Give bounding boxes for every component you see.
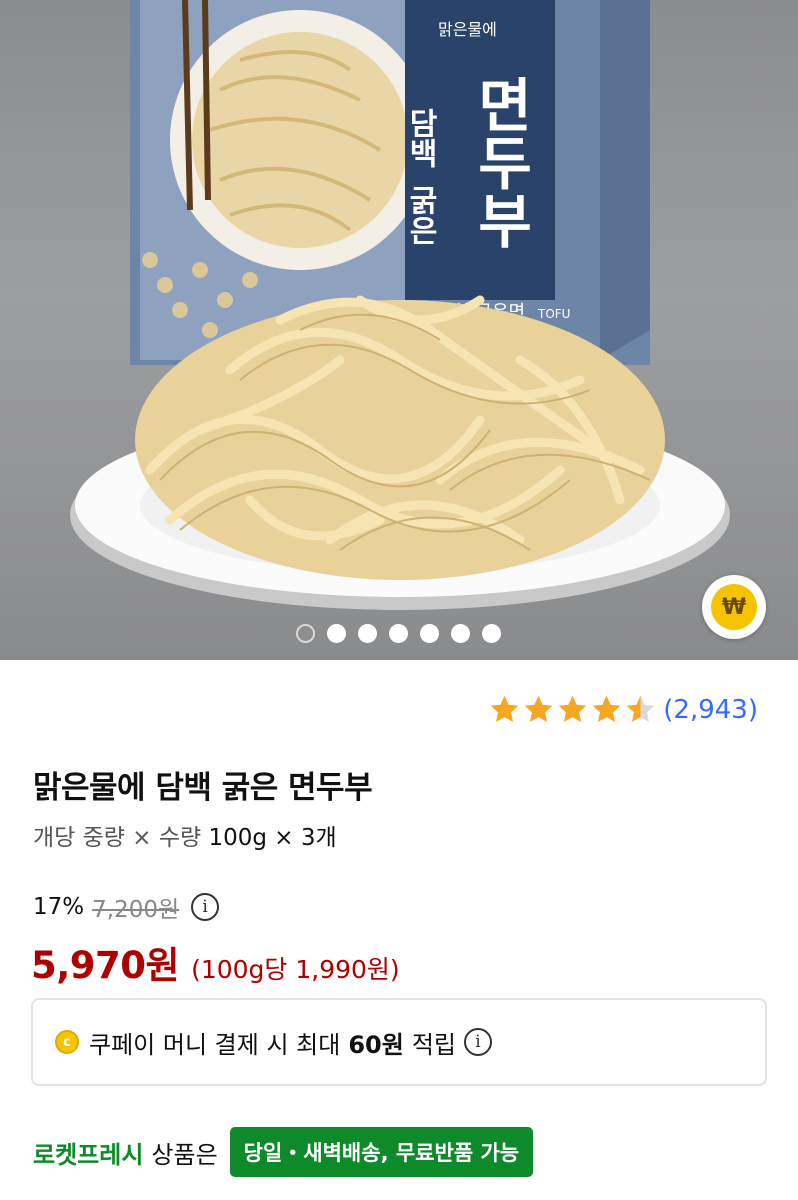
carousel-indicator (296, 624, 501, 643)
package-tofu-text: TOFU (537, 307, 570, 321)
carousel-dot[interactable] (482, 624, 501, 643)
rating-stars (488, 693, 657, 726)
option-value: 100g × 3개 (208, 825, 337, 851)
product-photo: 맑은물에 담백 굵은 면두부 담백한 굵은면 TOFU (70, 0, 730, 610)
carousel-dot[interactable] (451, 624, 470, 643)
package-product-text: 면두부 (466, 75, 534, 249)
discount-row: 17% 7,200원 i (33, 890, 220, 924)
unit-price: (100g당 1,990원) (191, 955, 400, 984)
option-label: 개당 중량 × 수량 (33, 825, 202, 851)
carousel-dot[interactable] (296, 624, 315, 643)
carousel-dot[interactable] (389, 624, 408, 643)
carousel-dot[interactable] (420, 624, 439, 643)
product-option: 개당 중량 × 수량 100g × 3개 (33, 818, 337, 852)
star-full-icon (593, 695, 621, 723)
package-line2-text: 굵은 (403, 185, 438, 245)
delivery-suffix: 상품은 (151, 1140, 218, 1169)
delivery-row: 로켓프레시 상품은 당일・새벽배송, 무료반품 가능 (33, 1127, 534, 1177)
coupay-amount: 60원 (348, 1030, 404, 1059)
star-half-icon (627, 695, 655, 723)
info-icon[interactable]: i (463, 1028, 492, 1056)
star-full-icon (559, 695, 587, 723)
carousel-dot[interactable] (327, 624, 346, 643)
price-row: 5,970원 (100g당 1,990원) (31, 935, 400, 989)
product-image-carousel[interactable]: 맑은물에 담백 굵은 면두부 담백한 굵은면 TOFU (0, 0, 798, 660)
won-icon: ₩ (711, 584, 757, 630)
star-full-icon (491, 695, 519, 723)
won-price-button[interactable]: ₩ (702, 575, 766, 639)
info-icon[interactable]: i (191, 893, 220, 921)
coupay-text-before: 쿠페이 머니 결제 시 최대 (89, 1030, 341, 1059)
discount-rate: 17% (33, 894, 85, 920)
rocket-fresh-label: 로켓프레시 (33, 1140, 144, 1169)
star-full-icon (525, 695, 553, 723)
rating-count-link[interactable]: (2,943) (663, 695, 758, 725)
package-brand-text: 맑은물에 (438, 20, 497, 39)
original-price: 7,200원 (92, 897, 180, 923)
sale-price: 5,970원 (31, 944, 180, 987)
package-line1-text: 담백 (403, 108, 438, 168)
coupay-reward-box[interactable]: c 쿠페이 머니 결제 시 최대 60원 적립 i (31, 998, 767, 1086)
delivery-badge: 당일・새벽배송, 무료반품 가능 (229, 1127, 534, 1177)
product-rating[interactable]: (2,943) (488, 693, 758, 726)
coin-icon: c (55, 1030, 79, 1054)
carousel-dot[interactable] (358, 624, 377, 643)
coupay-text-after: 적립 (411, 1030, 456, 1059)
product-title: 맑은물에 담백 굵은 면두부 (33, 770, 373, 806)
